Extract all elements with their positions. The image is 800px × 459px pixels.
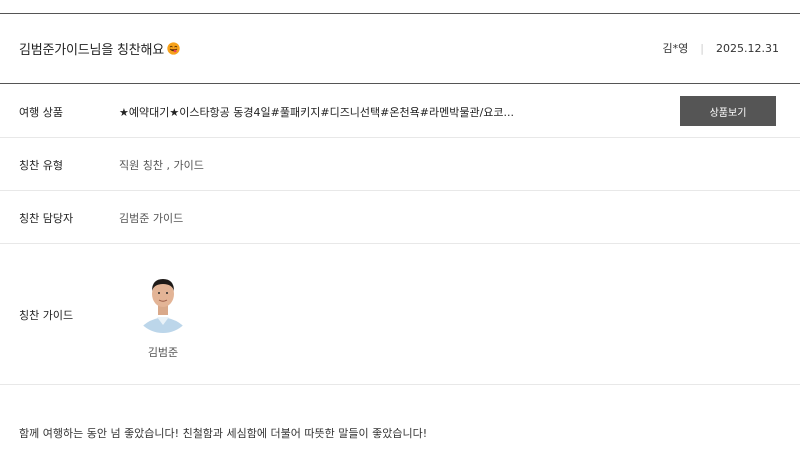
row-divider: [0, 384, 800, 385]
post-header: 김범준가이드님을 칭찬해요 김*영 | 2025.12.31: [0, 13, 800, 83]
guide-photo: [133, 273, 193, 333]
praise-manager-value: 김범준 가이드: [119, 212, 184, 225]
row-divider: [0, 190, 800, 191]
praise-guide-label: 칭찬 가이드: [19, 309, 74, 322]
post-title-wrap: 김범준가이드님을 칭찬해요: [19, 13, 180, 83]
praise-message: 함께 여행하는 동안 넘 좋았습니다! 친철함과 세심함에 더불어 따뜻한 말들…: [19, 427, 428, 440]
post-meta: 김*영 | 2025.12.31: [663, 13, 779, 83]
yummy-face-icon: [167, 41, 180, 55]
author-name: 김*영: [662, 42, 689, 55]
praise-type-value: 직원 칭찬 , 가이드: [119, 159, 204, 172]
row-divider: [0, 243, 800, 244]
praise-type-label: 칭찬 유형: [19, 159, 63, 172]
row-divider: [0, 137, 800, 138]
product-label: 여행 상품: [19, 106, 63, 119]
view-product-button[interactable]: 상품보기: [680, 96, 776, 126]
praise-manager-label: 칭찬 담당자: [19, 212, 74, 225]
guide-name: 김범준: [147, 346, 179, 359]
meta-separator: |: [700, 41, 705, 55]
header-divider: [0, 83, 800, 84]
post-title: 김범준가이드님을 칭찬해요: [19, 42, 165, 58]
product-value[interactable]: ★예약대기★이스타항공 동경4일#풀패키지#디즈니선택#온천욕#라멘박물관/요코…: [119, 104, 514, 120]
praise-post: 김범준가이드님을 칭찬해요 김*영 | 2025.12.31 여행 상품 ★예약…: [0, 0, 800, 459]
post-date: 2025.12.31: [716, 41, 779, 55]
